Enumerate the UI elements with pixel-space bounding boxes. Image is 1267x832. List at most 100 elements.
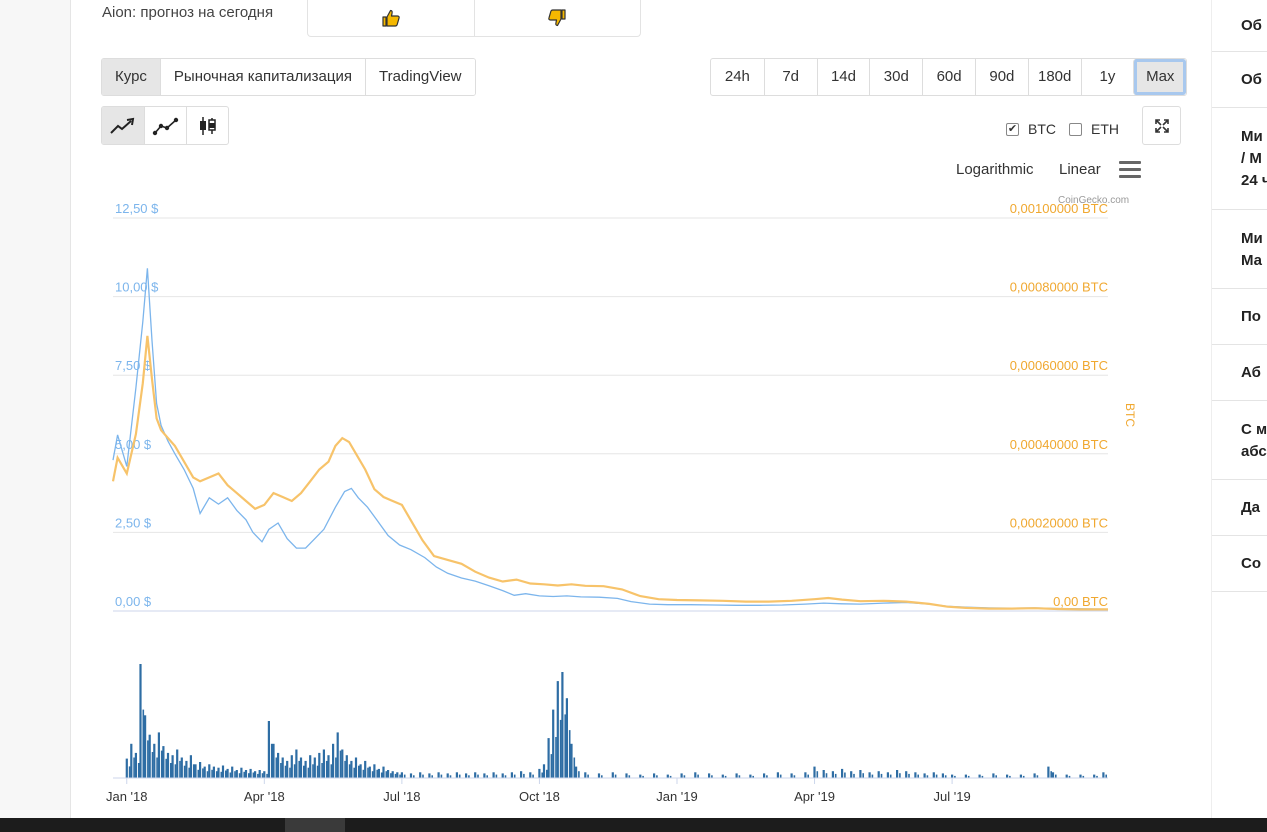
volume-bar xyxy=(735,773,738,778)
volume-bar xyxy=(235,770,238,778)
taskbar-app-icon[interactable] xyxy=(180,818,200,832)
volume-bar xyxy=(578,771,580,778)
volume-bar xyxy=(336,732,339,778)
volume-bar xyxy=(289,767,291,778)
volume-bar xyxy=(327,755,330,778)
volume-bar xyxy=(332,743,335,778)
volume-bar xyxy=(390,773,392,778)
volume-bar xyxy=(520,771,523,778)
volume-bar xyxy=(293,764,296,778)
volume-bar xyxy=(153,743,156,778)
volume-bar xyxy=(212,766,215,778)
volume-bar xyxy=(575,766,578,778)
volume-bar xyxy=(437,772,440,778)
volume-bar xyxy=(568,730,571,778)
volume-bar xyxy=(266,773,268,778)
volume-bar xyxy=(822,770,825,778)
volume-bar xyxy=(550,754,553,778)
volume-bar xyxy=(964,774,967,778)
volume-bar xyxy=(532,774,534,778)
x-tick-label: Oct '18 xyxy=(519,789,560,804)
os-taskbar xyxy=(0,818,1267,832)
volume-bar xyxy=(125,758,128,778)
volume-bar xyxy=(844,772,846,778)
volume-bar xyxy=(653,773,656,778)
volume-bar xyxy=(221,765,225,778)
volume-bar xyxy=(951,774,954,778)
volume-bar xyxy=(284,765,287,778)
volume-bar xyxy=(225,770,227,778)
volume-bar xyxy=(483,773,486,778)
taskbar-app-icon[interactable] xyxy=(495,818,515,832)
volume-bar xyxy=(134,752,137,778)
volume-bar xyxy=(850,771,853,778)
volume-bar xyxy=(542,764,546,778)
volume-bar xyxy=(541,772,543,778)
volume-bar xyxy=(399,774,401,778)
volume-bar xyxy=(394,773,397,778)
volume-bar xyxy=(148,734,151,778)
y-left-tick-label: 0,00 $ xyxy=(115,594,152,609)
volume-bar xyxy=(194,764,197,778)
volume-bar xyxy=(359,764,362,778)
stats-side-panel: ОбОбМи / М 24 чМи МаПоАбС м абсДаСо xyxy=(1211,0,1267,818)
volume-bar xyxy=(275,757,278,778)
volume-bar xyxy=(697,774,699,778)
volume-bar xyxy=(248,773,250,778)
volume-bar xyxy=(862,773,864,778)
volume-bar xyxy=(886,772,889,778)
volume-bar xyxy=(992,773,995,778)
volume-bar xyxy=(841,768,844,778)
volume-bar xyxy=(377,768,380,778)
x-tick-label: Jan '18 xyxy=(106,789,148,804)
volume-bar xyxy=(680,773,683,778)
volume-bar xyxy=(234,771,236,778)
volume-bar xyxy=(763,773,766,778)
volume-bar xyxy=(215,771,218,778)
volume-bar xyxy=(477,774,479,778)
volume-bar xyxy=(281,757,284,778)
volume-bar xyxy=(330,764,333,778)
volume-bar xyxy=(258,770,261,778)
volume-bar xyxy=(252,772,255,778)
volume-bar xyxy=(316,765,319,778)
volume-bar xyxy=(380,772,383,778)
volume-bar xyxy=(325,760,328,778)
volume-bar xyxy=(889,774,892,778)
volume-bar xyxy=(203,766,206,778)
taskbar-active-app-icon[interactable] xyxy=(285,818,345,832)
stat-row-label: Об xyxy=(1212,52,1267,108)
volume-bar xyxy=(290,755,293,778)
volume-bar xyxy=(914,772,917,778)
volume-bar xyxy=(625,773,628,778)
volume-bar xyxy=(587,774,589,778)
volume-bar xyxy=(614,774,617,778)
volume-bar xyxy=(176,749,179,778)
volume-bar xyxy=(295,749,298,778)
volume-bar xyxy=(400,772,403,778)
volume-bar xyxy=(249,768,252,778)
taskbar-app-icon[interactable] xyxy=(425,818,447,832)
volume-bar xyxy=(208,764,211,778)
volume-bar xyxy=(523,773,525,778)
volume-bar xyxy=(868,772,871,778)
volume-bar xyxy=(492,772,495,778)
y-right-axis-title: BTC xyxy=(1123,403,1137,427)
y-left-tick-label: 10,00 $ xyxy=(115,280,159,295)
volume-bar xyxy=(382,766,385,778)
series-line-usd xyxy=(112,268,1109,610)
volume-bar xyxy=(180,757,183,778)
volume-bar xyxy=(240,767,243,778)
taskbar-app-icon[interactable] xyxy=(365,818,385,832)
price-chart[interactable]: 0,00 $0,00 BTC2,50 $0,00020000 BTC5,00 $… xyxy=(0,0,1267,818)
volume-bar xyxy=(1051,772,1055,778)
volume-bar xyxy=(495,774,498,778)
volume-bar xyxy=(166,752,170,778)
y-right-tick-label: 0,00020000 BTC xyxy=(1010,515,1108,530)
volume-bar xyxy=(139,664,142,778)
volume-bar xyxy=(373,764,376,778)
volume-bar xyxy=(905,771,908,778)
volume-bar xyxy=(807,774,809,778)
volume-bar xyxy=(546,769,548,778)
volume-bar xyxy=(877,771,880,778)
